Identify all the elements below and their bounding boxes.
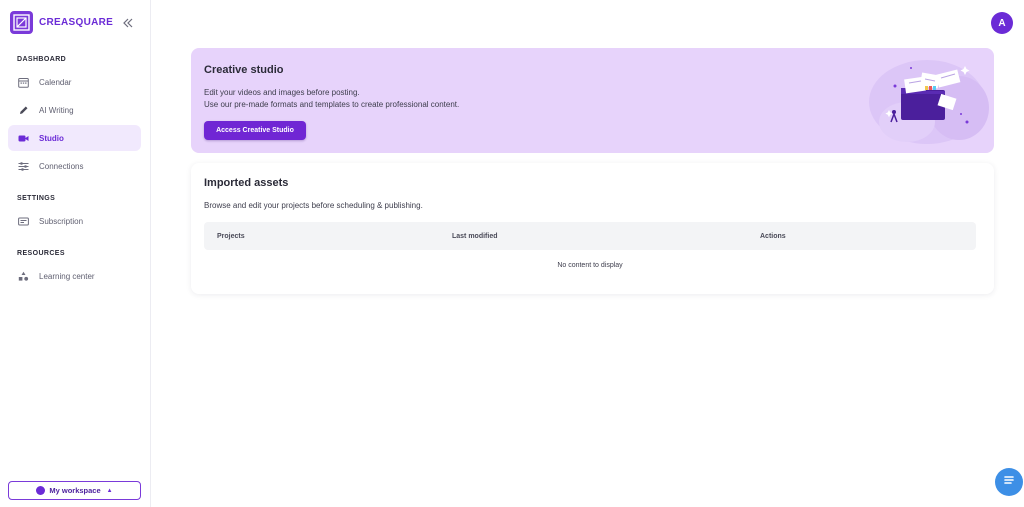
sidebar-item-learning-center[interactable]: Learning center bbox=[8, 263, 141, 289]
assets-subtitle: Browse and edit your projects before sch… bbox=[204, 201, 423, 210]
subscription-icon bbox=[17, 215, 29, 227]
sidebar-item-label: Subscription bbox=[39, 216, 84, 226]
sidebar-item-ai-writing[interactable]: AI Writing bbox=[8, 97, 141, 123]
chevron-up-icon: ▲ bbox=[106, 487, 113, 494]
banner-description-line-2: Use our pre-made formats and templates t… bbox=[204, 100, 460, 109]
creasquare-logo-icon bbox=[10, 11, 33, 34]
shapes-icon bbox=[17, 270, 29, 282]
assets-table-header: Projects Last modified Actions bbox=[204, 222, 976, 250]
chat-support-button[interactable] bbox=[995, 468, 1023, 496]
section-title-settings: SETTINGS bbox=[17, 195, 56, 202]
video-camera-icon bbox=[17, 132, 29, 144]
empty-state-text: No content to display bbox=[557, 262, 623, 269]
banner-title: Creative studio bbox=[204, 64, 284, 76]
workspace-dot-icon bbox=[36, 486, 46, 495]
chat-icon bbox=[1002, 473, 1016, 492]
sidebar-item-label: AI Writing bbox=[39, 105, 74, 115]
column-header-actions: Actions bbox=[760, 233, 786, 240]
sidebar-item-label: Learning center bbox=[39, 271, 95, 281]
calendar-icon bbox=[17, 76, 29, 88]
studio-illustration-icon bbox=[867, 52, 991, 150]
column-header-projects[interactable]: Projects bbox=[217, 233, 245, 240]
sidebar: CREASQUARE DASHBOARD Calendar AI Writing bbox=[0, 0, 151, 507]
section-title-dashboard: DASHBOARD bbox=[17, 56, 67, 63]
sidebar-item-connections[interactable]: Connections bbox=[8, 153, 141, 179]
user-avatar[interactable]: A bbox=[991, 12, 1013, 34]
assets-title: Imported assets bbox=[204, 177, 289, 189]
imported-assets-card: Imported assets Browse and edit your pro… bbox=[191, 163, 994, 294]
sidebar-item-label: Connections bbox=[39, 161, 84, 171]
section-title-resources: RESOURCES bbox=[17, 250, 65, 257]
brand-name: CREASQUARE bbox=[39, 17, 114, 28]
sidebar-item-subscription[interactable]: Subscription bbox=[8, 208, 141, 234]
sidebar-item-calendar[interactable]: Calendar bbox=[8, 69, 141, 95]
brand[interactable]: CREASQUARE bbox=[10, 11, 113, 34]
creative-studio-banner: Creative studio Edit your videos and ima… bbox=[191, 48, 994, 153]
collapse-sidebar-icon[interactable] bbox=[122, 16, 134, 28]
access-creative-studio-button[interactable]: Access Creative Studio bbox=[204, 121, 306, 140]
banner-description-line-1: Edit your videos and images before posti… bbox=[204, 88, 360, 97]
workspace-selector[interactable]: My workspace ▲ bbox=[8, 481, 141, 500]
pen-icon bbox=[17, 104, 29, 116]
sliders-icon bbox=[17, 160, 29, 172]
sidebar-item-studio[interactable]: Studio bbox=[8, 125, 141, 151]
workspace-label: My workspace bbox=[49, 486, 101, 495]
sidebar-item-label: Calendar bbox=[39, 77, 72, 87]
sidebar-item-label: Studio bbox=[39, 133, 64, 143]
column-header-last-modified[interactable]: Last modified bbox=[452, 233, 498, 240]
